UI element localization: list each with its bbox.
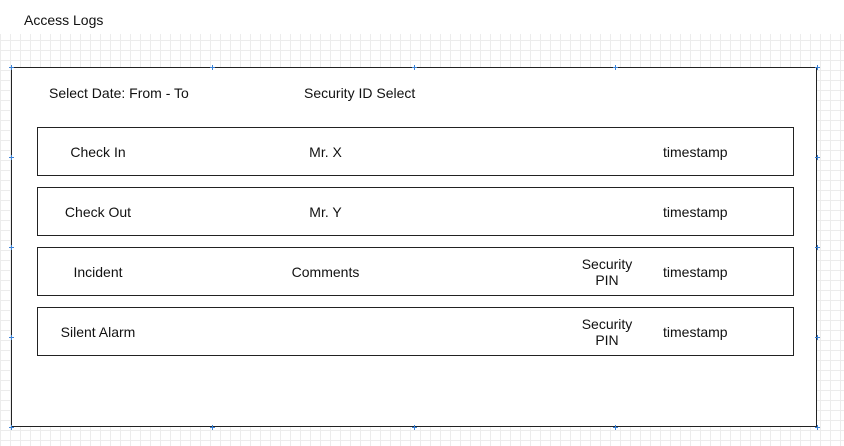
log-type: Incident [73,263,123,280]
selection-handle-bottom-three-quarter[interactable] [613,425,618,430]
selection-handle-top-right[interactable] [815,65,820,70]
selection-handle-right-1[interactable] [815,155,820,160]
security-pin-field[interactable]: Security PIN [572,248,642,295]
selection-handle-left-1[interactable] [9,155,14,160]
security-id-select[interactable]: Security ID Select [304,85,415,101]
log-type: Check In [70,143,126,160]
log-timestamp: timestamp [663,263,728,280]
selection-handle-left-2[interactable] [9,245,14,250]
date-range-select[interactable]: Select Date: From - To [49,85,189,101]
selection-handle-bottom-left[interactable] [9,425,14,430]
log-type: Check Out [64,203,132,220]
selection-handle-top-middle[interactable] [412,65,417,70]
page-title: Access Logs [24,12,104,28]
security-pin-field[interactable]: Security PIN [572,308,642,355]
selection-handle-bottom-middle[interactable] [412,425,417,430]
log-timestamp: timestamp [663,143,728,160]
comments-field[interactable]: Comments [278,248,373,295]
log-timestamp: timestamp [663,323,728,340]
log-timestamp: timestamp [663,203,728,220]
selection-handle-left-3[interactable] [9,335,14,340]
selection-handle-top-left[interactable] [9,65,14,70]
selection-handle-bottom-right[interactable] [815,425,820,430]
log-row-check-in[interactable]: Check In Mr. X timestamp [37,127,794,176]
log-row-silent-alarm[interactable]: Silent Alarm Security PIN timestamp [37,307,794,356]
log-row-check-out[interactable]: Check Out Mr. Y timestamp [37,187,794,236]
selection-handle-top-quarter[interactable] [210,65,215,70]
log-type: Silent Alarm [60,323,136,340]
log-row-incident[interactable]: Incident Comments Security PIN timestamp [37,247,794,296]
selection-handle-top-three-quarter[interactable] [613,65,618,70]
selection-handle-bottom-quarter[interactable] [210,425,215,430]
log-subject: Mr. X [309,143,342,160]
canvas-top-band [0,0,844,34]
selection-handle-right-2[interactable] [815,245,820,250]
selection-handle-right-3[interactable] [815,335,820,340]
log-subject: Mr. Y [309,203,342,220]
